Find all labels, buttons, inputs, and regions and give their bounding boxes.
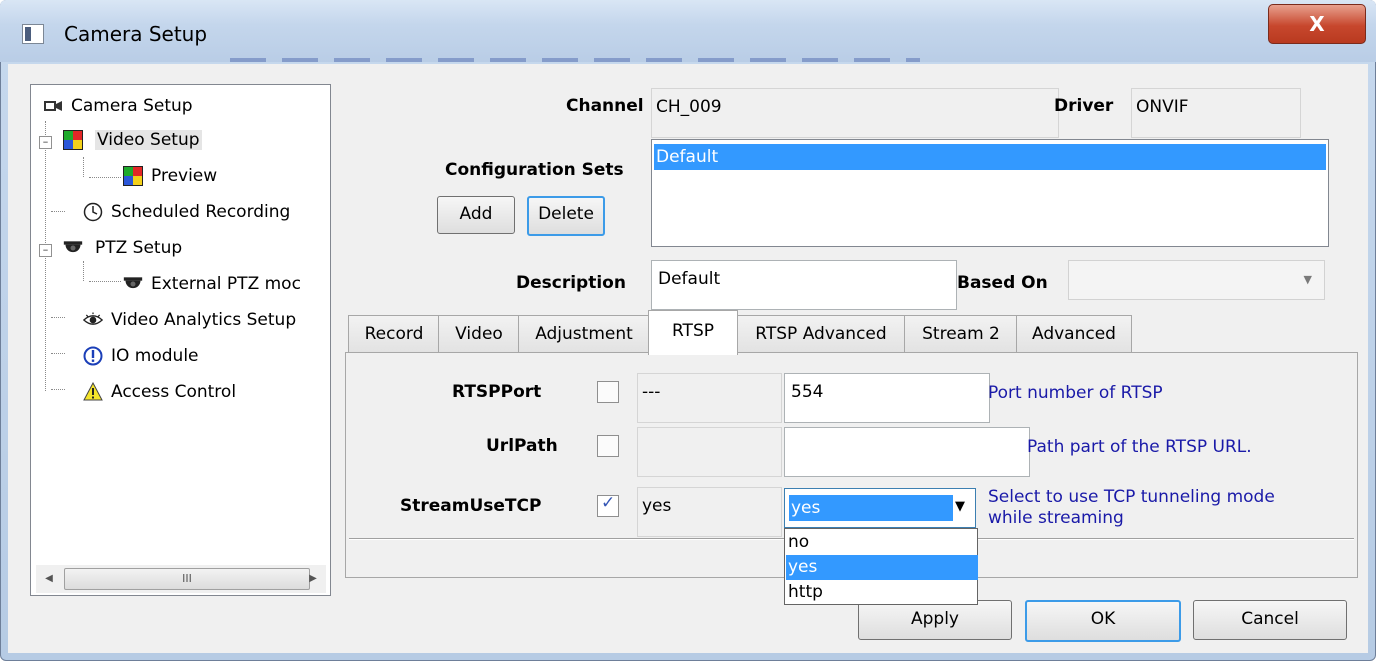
tree-item-label: Video Setup [95,130,202,150]
camera-icon [44,101,62,111]
select-value: yes [789,495,953,521]
based-on-label: Based On [957,273,1048,293]
streamusetcp-current-value: yes [637,487,782,537]
tree-item-label: Camera Setup [71,96,193,116]
tab-rtsp-advanced[interactable]: RTSP Advanced [736,315,906,353]
driver-field: ONVIF [1131,88,1301,138]
tree-connector [51,317,65,318]
tree-connector [51,389,65,390]
urlpath-label: UrlPath [486,436,558,456]
tree-item-ptz-setup[interactable]: PTZ Setup [61,233,182,263]
dome-camera-icon [123,277,143,289]
hint-line: while streaming [988,508,1124,528]
tab-stream-2[interactable]: Stream 2 [904,315,1018,353]
tree-connector [51,353,65,354]
tree-item-access-control[interactable]: Access Control [67,377,236,407]
tree-horizontal-scrollbar[interactable]: ◀ III ▶ [36,565,326,593]
chevron-down-icon: ▼ [1303,273,1312,286]
app-window-icon [22,24,44,44]
urlpath-override-checkbox[interactable] [597,435,619,457]
streamusetcp-label: StreamUseTCP [400,496,542,516]
scroll-right-icon[interactable]: ▶ [300,565,326,593]
tree-item-label: PTZ Setup [95,238,183,258]
window-title: Camera Setup [64,22,208,46]
streamusetcp-override-checkbox[interactable]: ✓ [597,493,619,517]
list-item[interactable]: Default [654,144,1326,170]
ok-button[interactable]: OK [1025,600,1181,642]
configuration-sets-label: Configuration Sets [445,160,624,180]
channel-field: CH_009 [651,88,1059,138]
tree-item-label: External PTZ moc [151,274,301,294]
tree-item-video-analytics[interactable]: Video Analytics Setup [67,305,296,335]
video-setup-icon [63,130,83,150]
scroll-left-icon[interactable]: ◀ [36,565,62,593]
tree-expander[interactable]: – [39,136,52,149]
rtspport-override-checkbox[interactable] [597,381,619,403]
streamusetcp-select[interactable]: yes ▼ [784,488,976,528]
tab-video[interactable]: Video [438,315,520,353]
warning-icon [83,382,103,401]
tree-item-camera-setup[interactable]: Camera Setup [43,91,193,121]
rtspport-current-value: --- [637,373,782,423]
tree-item-preview[interactable]: Preview [123,161,217,191]
tree-item-label: Scheduled Recording [111,202,291,222]
tree-connector [83,157,84,177]
tree-item-scheduled-recording[interactable]: Scheduled Recording [67,197,290,227]
close-button[interactable]: X [1268,4,1366,44]
streamusetcp-hint: Select to use TCP tunneling mode while s… [988,487,1275,529]
dropdown-option-http[interactable]: http [786,580,978,605]
tree-connector [89,177,121,178]
preview-icon [123,166,143,186]
based-on-select[interactable]: ▼ [1068,260,1325,300]
hint-line: Select to use TCP tunneling mode [988,487,1275,507]
tree-item-label: Access Control [111,382,237,402]
tree-item-label: Preview [151,166,218,186]
tab-adjustment[interactable]: Adjustment [518,315,650,353]
tab-advanced[interactable]: Advanced [1016,315,1132,353]
chevron-down-icon[interactable]: ▼ [955,499,965,514]
tree-item-video-setup[interactable]: Video Setup [61,125,202,155]
apply-button[interactable]: Apply [858,600,1012,640]
tree-connector [83,261,84,281]
delete-button[interactable]: Delete [527,196,605,236]
streamusetcp-dropdown-list[interactable]: no yes http [784,528,978,605]
rtspport-label: RTSPPort [452,382,542,402]
title-decoration [230,58,920,62]
rtspport-input[interactable]: 554 [784,373,990,423]
tree-item-label: IO module [111,346,199,366]
dropdown-option-yes[interactable]: yes [786,555,978,580]
channel-label: Channel [566,96,644,116]
dome-camera-icon [63,241,83,253]
tree-item-label: Video Analytics Setup [111,310,297,330]
checkmark-icon: ✓ [601,493,616,513]
cancel-button[interactable]: Cancel [1193,600,1347,640]
setup-tree[interactable]: Camera Setup – Video Setup Preview Sched… [30,84,331,596]
add-button[interactable]: Add [437,196,515,234]
tree-expander[interactable]: – [39,244,52,257]
rtspport-hint: Port number of RTSP [988,383,1163,403]
urlpath-current-value [637,427,782,477]
tab-record[interactable]: Record [348,315,440,353]
configuration-sets-list[interactable]: Default [651,139,1329,247]
description-input[interactable]: Default [651,260,957,310]
description-label: Description [516,273,626,293]
info-circle-icon [83,346,103,366]
urlpath-input[interactable] [784,427,1030,477]
scroll-thumb[interactable]: III [64,568,310,590]
dropdown-option-no[interactable]: no [786,530,978,555]
tree-connector [51,211,65,212]
driver-label: Driver [1054,96,1114,116]
tree-item-io-module[interactable]: IO module [67,341,199,371]
urlpath-hint: Path part of the RTSP URL. [1027,437,1252,457]
eye-icon [83,312,103,325]
tab-rtsp[interactable]: RTSP [648,310,738,355]
tree-connector [89,281,121,282]
clock-icon [83,202,103,222]
tree-item-external-ptz[interactable]: External PTZ moc [123,269,301,299]
